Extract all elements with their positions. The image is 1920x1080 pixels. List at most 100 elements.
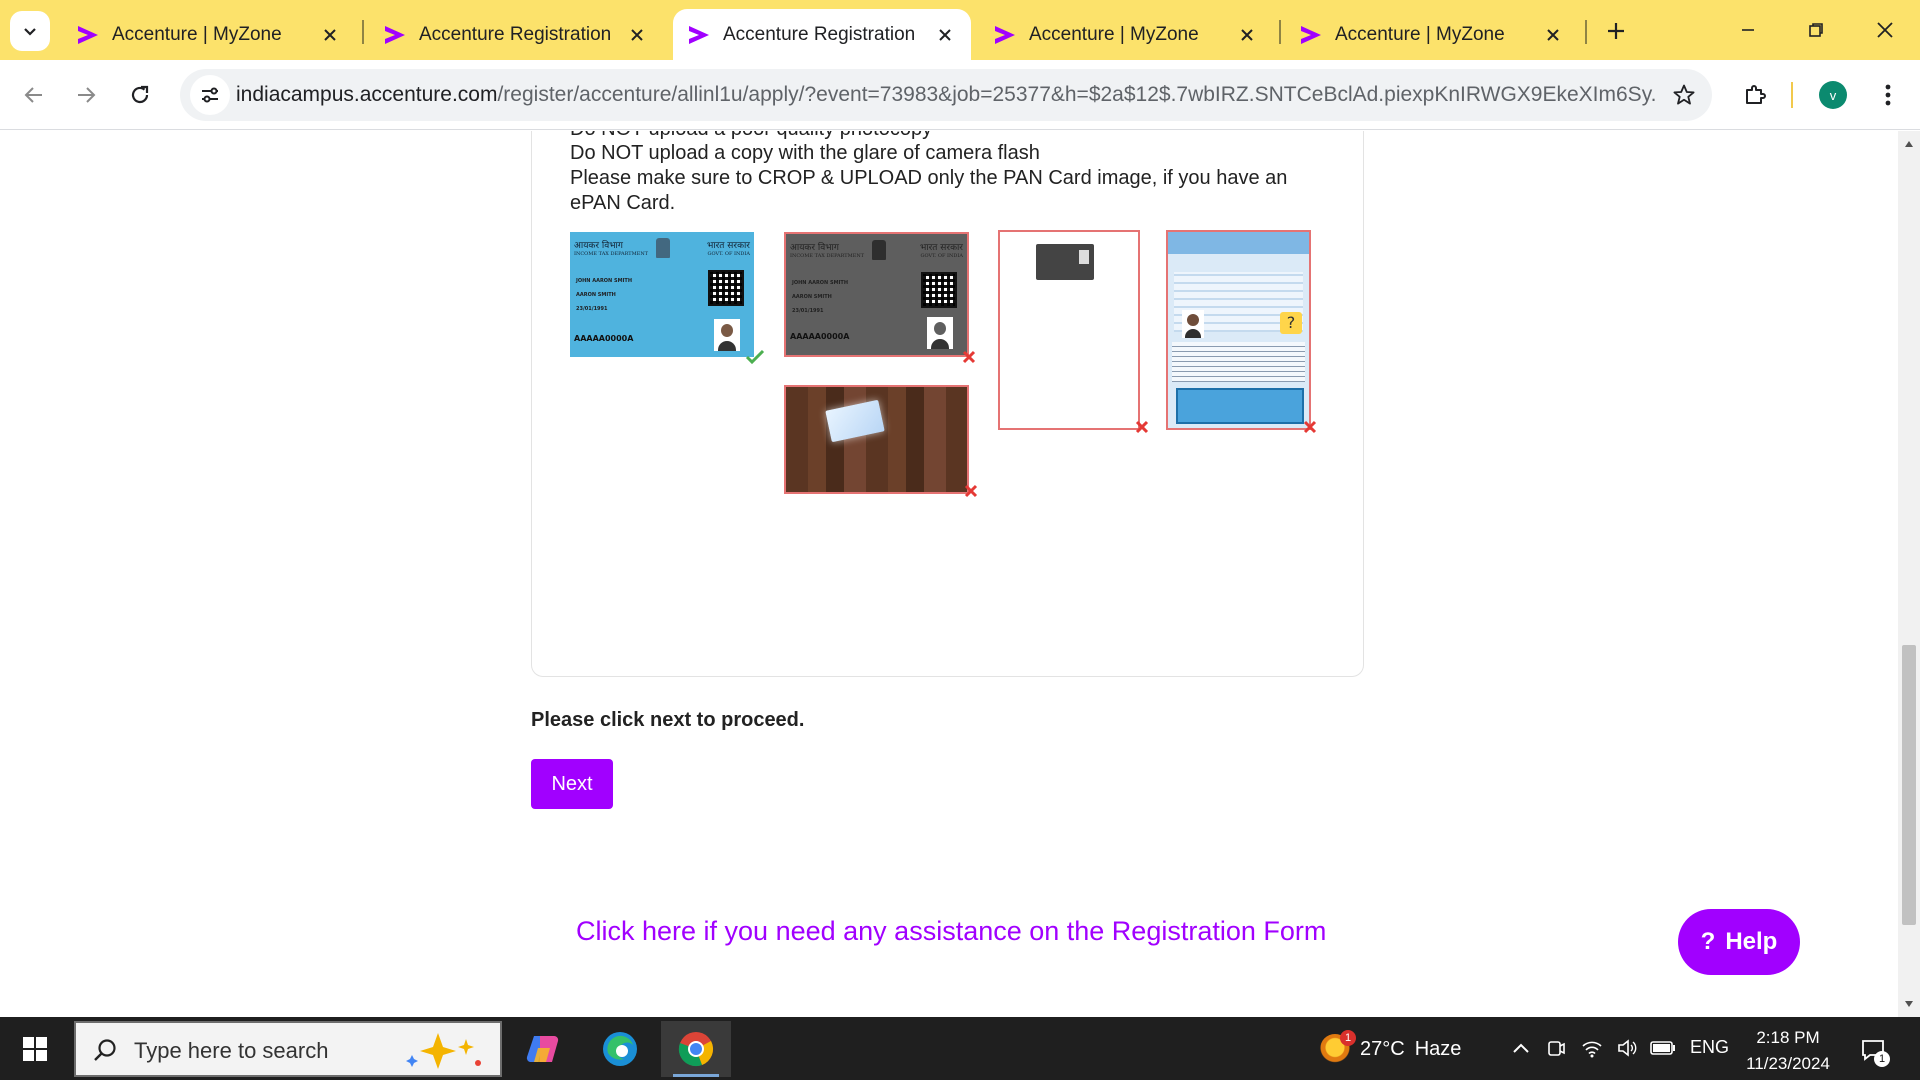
url-text[interactable]: indiacampus.accenture.com/register/accen… bbox=[236, 83, 1656, 107]
search-icon bbox=[90, 1035, 120, 1065]
scroll-thumb[interactable] bbox=[1902, 645, 1916, 925]
copilot-icon bbox=[526, 1035, 559, 1062]
chevron-down-icon bbox=[24, 28, 36, 36]
site-info-button[interactable] bbox=[190, 75, 230, 115]
profile-initial: v bbox=[1829, 87, 1837, 103]
sample-full-epan: ? bbox=[1166, 230, 1311, 430]
profile-avatar[interactable]: v bbox=[1819, 81, 1847, 109]
browser-toolbar: indiacampus.accenture.com/register/accen… bbox=[0, 60, 1920, 130]
card-dob: 23/01/1991 bbox=[576, 306, 608, 312]
language-indicator[interactable]: ENG bbox=[1690, 1037, 1729, 1058]
star-icon bbox=[1673, 84, 1695, 105]
wood-background-image bbox=[786, 387, 967, 492]
notification-center-button[interactable]: 1 bbox=[1856, 1033, 1890, 1067]
start-button[interactable] bbox=[12, 1029, 58, 1069]
pan-card-image: आयकर विभाग INCOME TAX DEPARTMENT भारत सरक… bbox=[786, 234, 967, 355]
system-clock[interactable]: 2:18 PM 11/23/2024 bbox=[1738, 1025, 1838, 1077]
url-path: /register/accenture/allinl1u/apply/?even… bbox=[497, 83, 1656, 106]
photo-image bbox=[1182, 310, 1204, 338]
tab-separator bbox=[1585, 20, 1587, 44]
card-header-left: आयकर विभाग INCOME TAX DEPARTMENT bbox=[574, 238, 648, 257]
card-pan-number: AAAAA0000A bbox=[574, 334, 634, 343]
weather-widget[interactable]: 1 27°C Haze bbox=[1320, 1030, 1462, 1067]
epan-card-strip bbox=[1176, 388, 1304, 424]
card-header-left: आयकर विभाग INCOME TAX DEPARTMENT bbox=[790, 240, 864, 259]
card-header-right: भारत सरकार GOVT. OF INDIA bbox=[920, 240, 963, 259]
tab-myzone-1[interactable]: Accenture | MyZone bbox=[62, 9, 356, 60]
tab-separator bbox=[1279, 20, 1281, 44]
kebab-menu-icon bbox=[1885, 84, 1891, 106]
copilot-app[interactable] bbox=[508, 1021, 578, 1077]
sample-uncropped-page bbox=[998, 230, 1140, 430]
reject-x-icon bbox=[960, 480, 982, 502]
card-header-left-text: आयकर विभाग bbox=[790, 243, 839, 253]
reload-button[interactable] bbox=[118, 73, 162, 117]
card-header-right-sub: GOVT. OF INDIA bbox=[707, 251, 751, 257]
card-header-left-sub: INCOME TAX DEPARTMENT bbox=[790, 253, 865, 259]
show-hidden-icons-chevron-icon[interactable] bbox=[1508, 1035, 1534, 1061]
next-button[interactable]: Next bbox=[531, 759, 613, 809]
tab-myzone-3[interactable]: Accenture | MyZone bbox=[1285, 9, 1579, 60]
card-dob: 23/01/1991 bbox=[792, 308, 824, 314]
close-icon[interactable] bbox=[1235, 23, 1259, 47]
help-question-icon: ? bbox=[1700, 928, 1716, 955]
plus-icon bbox=[1608, 23, 1624, 39]
back-button[interactable] bbox=[12, 73, 56, 117]
sample-pan-correct: आयकर विभाग INCOME TAX DEPARTMENT भारत सरक… bbox=[570, 232, 754, 357]
card-header-right-text: भारत सरकार bbox=[706, 241, 750, 251]
notification-count: 1 bbox=[1874, 1051, 1890, 1067]
close-window-button[interactable] bbox=[1862, 10, 1908, 50]
url-host: indiacampus.accenture.com bbox=[236, 83, 498, 106]
battery-icon[interactable] bbox=[1650, 1035, 1676, 1061]
instruction-crop-epan: Please make sure to CROP & UPLOAD only t… bbox=[570, 167, 1288, 189]
bookmark-button[interactable] bbox=[1670, 81, 1698, 109]
minimize-button[interactable] bbox=[1725, 10, 1771, 50]
haze-sun-icon: 1 bbox=[1320, 1030, 1356, 1064]
edge-app[interactable] bbox=[585, 1021, 655, 1077]
chrome-icon bbox=[678, 1032, 714, 1067]
chrome-app[interactable] bbox=[661, 1021, 731, 1077]
tab-registration-1[interactable]: Accenture Registration bbox=[369, 9, 663, 60]
tab-title: Accenture Registration bbox=[723, 23, 916, 45]
card-header-right: भारत सरकार GOVT. OF INDIA bbox=[707, 238, 750, 257]
scroll-down-arrow-icon[interactable] bbox=[1898, 993, 1920, 1015]
card-header-left-sub: INCOME TAX DEPARTMENT bbox=[574, 251, 649, 257]
accenture-favicon-icon bbox=[995, 25, 1015, 44]
restore-button[interactable] bbox=[1793, 10, 1839, 50]
clock-time: 2:18 PM bbox=[1756, 1028, 1820, 1047]
wifi-icon[interactable] bbox=[1579, 1035, 1605, 1061]
address-bar[interactable]: indiacampus.accenture.com/register/accen… bbox=[180, 69, 1712, 121]
help-button[interactable]: ? Help bbox=[1678, 909, 1800, 975]
question-mark-icon: ? bbox=[1280, 312, 1302, 334]
scroll-up-arrow-icon[interactable] bbox=[1898, 133, 1920, 155]
blank-page-image bbox=[1000, 232, 1138, 428]
tab-myzone-2[interactable]: Accenture | MyZone bbox=[979, 9, 1273, 60]
restore-icon bbox=[1809, 23, 1823, 37]
qr-code-icon bbox=[708, 270, 744, 306]
new-tab-button[interactable] bbox=[1598, 13, 1634, 49]
assistance-link[interactable]: Click here if you need any assistance on… bbox=[576, 916, 1326, 947]
extensions-button[interactable] bbox=[1737, 77, 1773, 113]
taskbar-search-box[interactable]: Type here to search bbox=[74, 1021, 502, 1077]
close-icon[interactable] bbox=[625, 23, 649, 47]
volume-icon[interactable] bbox=[1614, 1035, 1640, 1061]
browser-menu-button[interactable] bbox=[1872, 77, 1904, 113]
close-icon[interactable] bbox=[318, 23, 342, 47]
pan-card-image: आयकर विभाग INCOME TAX DEPARTMENT भारत सरक… bbox=[570, 232, 754, 357]
card-name: JOHN AARON SMITH bbox=[792, 280, 849, 286]
meet-now-icon[interactable] bbox=[1543, 1035, 1569, 1061]
emblem-icon bbox=[872, 240, 886, 260]
edge-icon bbox=[603, 1032, 637, 1066]
tab-search-button[interactable] bbox=[10, 11, 50, 51]
clock-date: 11/23/2024 bbox=[1746, 1054, 1830, 1073]
close-icon[interactable] bbox=[1541, 23, 1565, 47]
weather-desc: Haze bbox=[1414, 1037, 1462, 1060]
forward-button[interactable] bbox=[64, 73, 108, 117]
page-scrollbar[interactable] bbox=[1898, 131, 1920, 1017]
tab-title: Accenture | MyZone bbox=[112, 23, 282, 45]
tab-title: Accenture Registration bbox=[419, 23, 612, 45]
arrow-right-icon bbox=[78, 87, 96, 103]
minimize-icon bbox=[1742, 29, 1754, 31]
close-icon[interactable] bbox=[933, 23, 957, 47]
tab-registration-active[interactable]: Accenture Registration bbox=[673, 9, 971, 60]
